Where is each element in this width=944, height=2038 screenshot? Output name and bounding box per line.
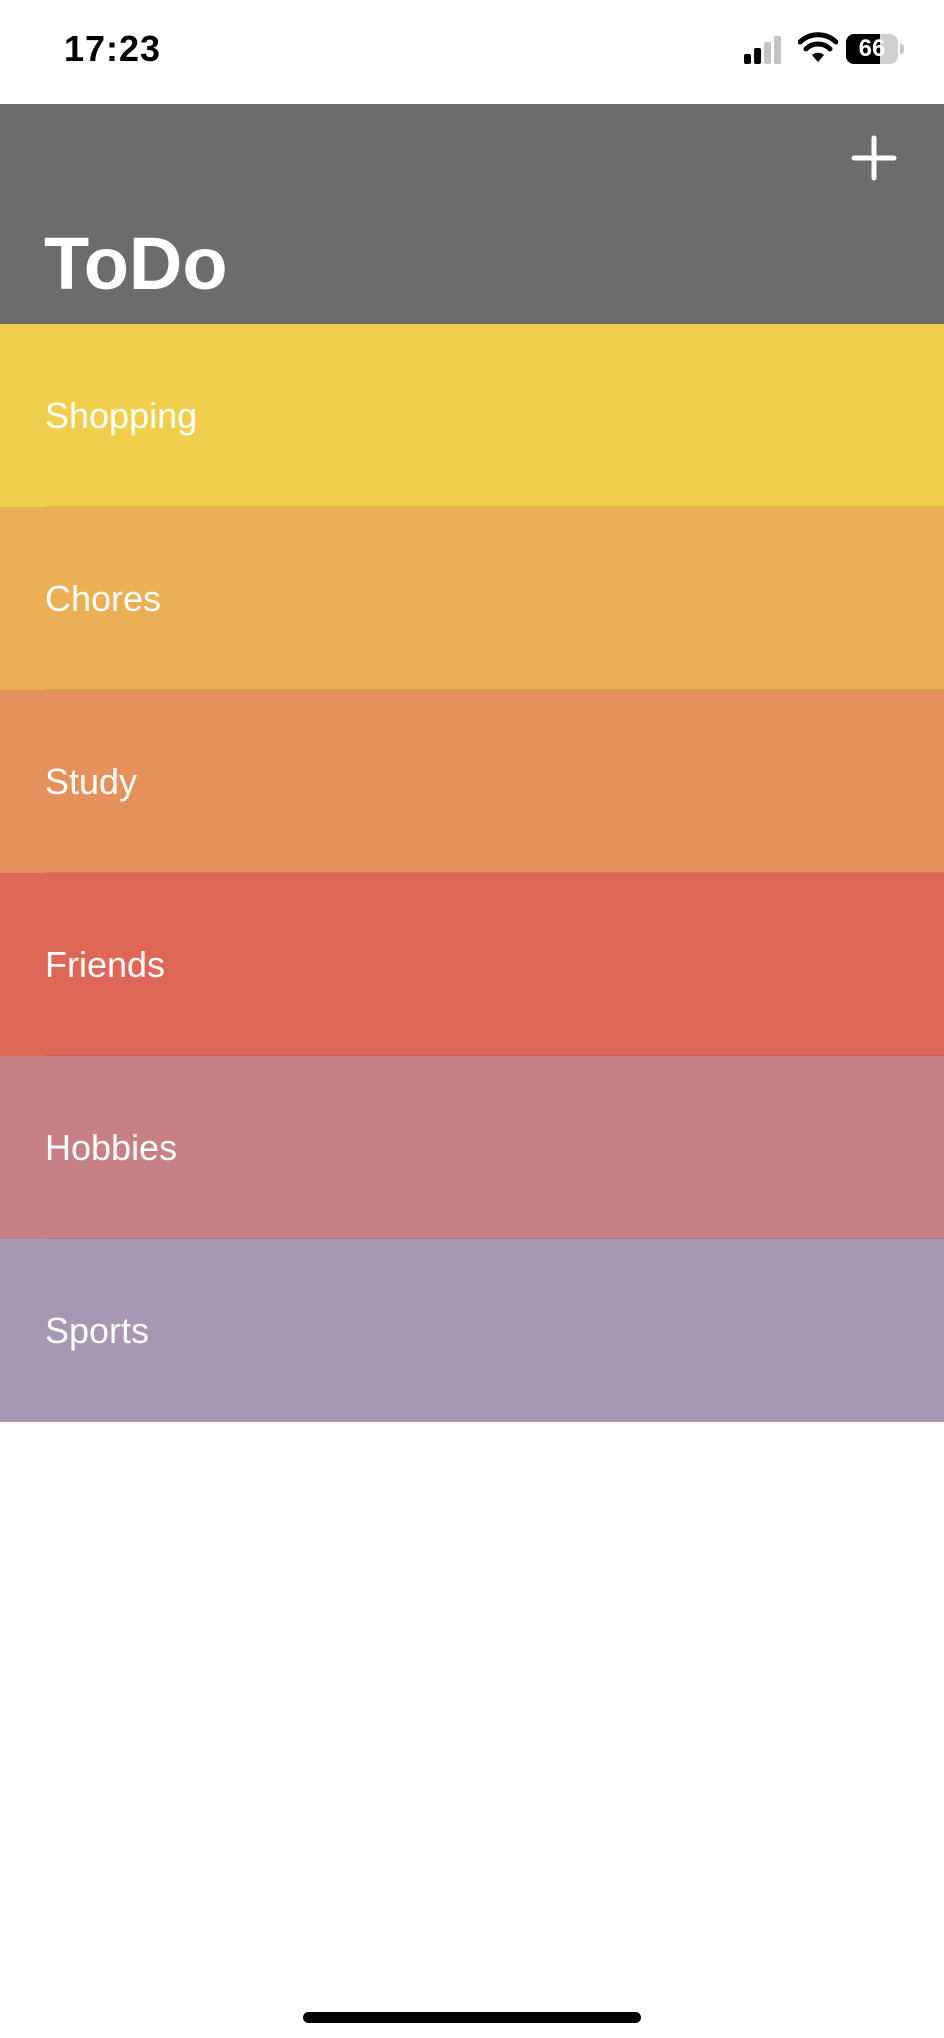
category-row-shopping[interactable]: Shopping (0, 324, 944, 507)
category-list: Shopping Chores Study Friends Hobbies Sp… (0, 324, 944, 1422)
category-row-chores[interactable]: Chores (0, 507, 944, 690)
category-label: Chores (45, 578, 162, 619)
add-category-button[interactable] (846, 130, 902, 186)
wifi-icon (797, 32, 839, 64)
category-label: Sports (45, 1310, 150, 1351)
battery-level: 66 (858, 35, 886, 62)
battery-nub (900, 44, 904, 54)
category-label: Hobbies (45, 1127, 178, 1168)
battery-icon: 66 (846, 34, 904, 64)
category-row-friends[interactable]: Friends (0, 873, 944, 1056)
home-indicator[interactable] (303, 2012, 641, 2023)
plus-icon (846, 130, 902, 186)
status-bar: 17:23 66 (0, 0, 944, 104)
category-row-study[interactable]: Study (0, 690, 944, 873)
category-label: Shopping (45, 395, 198, 436)
category-row-hobbies[interactable]: Hobbies (0, 1056, 944, 1239)
status-time: 17:23 (64, 28, 162, 69)
cellular-signal-icon (744, 36, 788, 64)
category-label: Friends (45, 944, 166, 985)
category-label: Study (45, 761, 138, 802)
category-row-sports[interactable]: Sports (0, 1239, 944, 1422)
battery-body: 66 (846, 34, 898, 64)
navigation-header: ToDo (0, 104, 944, 324)
page-title: ToDo (44, 222, 228, 305)
